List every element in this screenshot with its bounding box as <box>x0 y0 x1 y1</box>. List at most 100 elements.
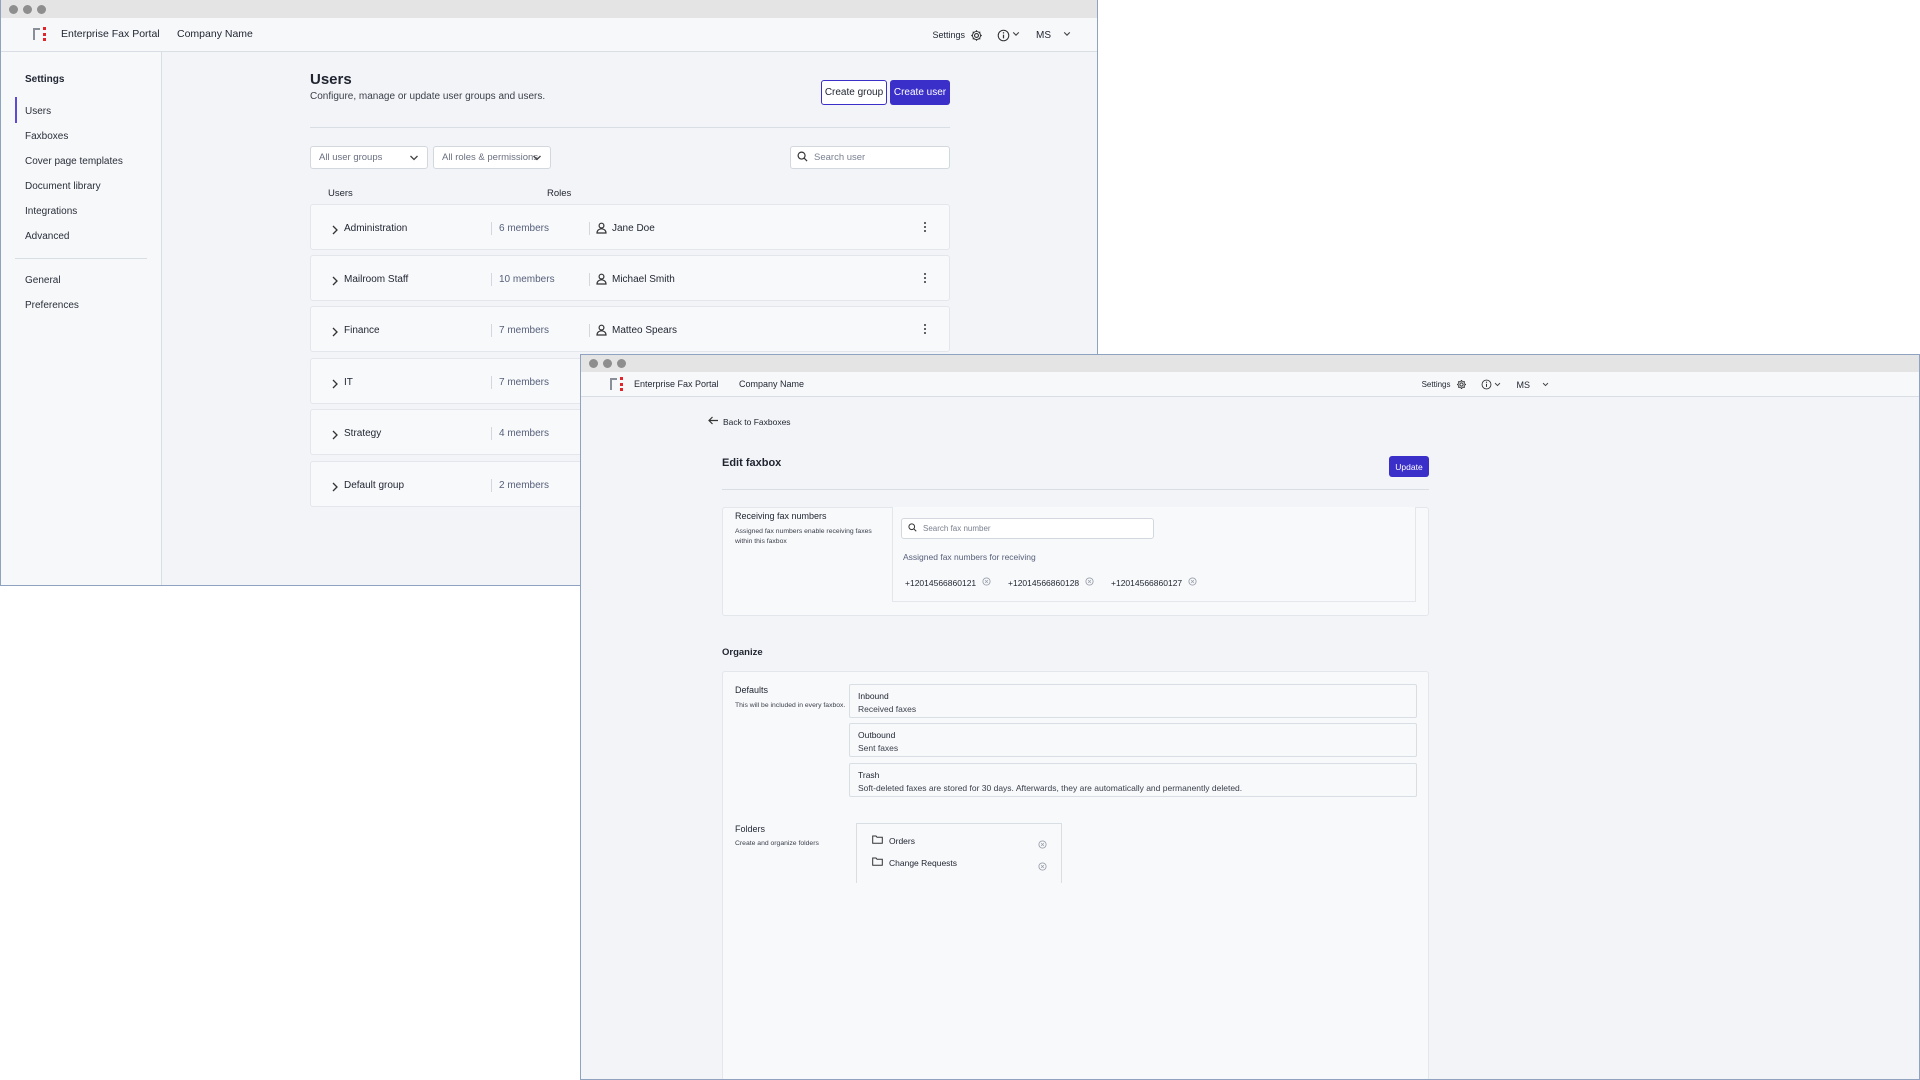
search-user-input[interactable]: Search user <box>790 146 950 169</box>
header-actions: Settings MS <box>932 18 1097 52</box>
sidebar-item-general[interactable]: General <box>25 275 61 286</box>
group-row-administration[interactable]: Administration 6 members Jane Doe <box>310 204 950 250</box>
window-minimize-dot[interactable] <box>603 359 612 368</box>
header-divider <box>310 127 950 128</box>
brand-logo-icon[interactable] <box>607 375 625 393</box>
folders-heading: Folders <box>735 824 766 834</box>
column-separator <box>589 273 590 286</box>
info-chevron-down-icon[interactable] <box>1012 30 1020 40</box>
gear-icon <box>970 29 983 42</box>
sidebar-item-cover-page-templates[interactable]: Cover page templates <box>25 156 123 167</box>
column-separator <box>491 324 492 337</box>
folder-row-orders[interactable]: Orders <box>872 835 915 846</box>
folder-icon <box>872 835 883 846</box>
sidebar-item-faxboxes[interactable]: Faxboxes <box>25 131 68 142</box>
window-maximize-dot[interactable] <box>617 359 626 368</box>
avatar-chevron-down-icon[interactable] <box>1063 30 1071 40</box>
info-icon[interactable] <box>997 29 1010 42</box>
window-close-dot[interactable] <box>589 359 598 368</box>
window-close-dot[interactable] <box>9 4 18 14</box>
chevron-down-icon <box>409 153 419 166</box>
app-name: Enterprise Fax Portal <box>634 379 719 389</box>
fax-number-chip: +12014566860121 <box>905 577 991 588</box>
page-subtitle: Configure, manage or update user groups … <box>310 91 546 102</box>
roles-filter[interactable]: All roles & permissions <box>433 146 551 169</box>
group-members: 6 members <box>499 223 550 234</box>
arrow-left-icon <box>708 416 719 427</box>
fax-number: +12014566860128 <box>1008 577 1080 588</box>
defaults-desc: This will be included in every faxbox. <box>735 702 846 709</box>
avatar[interactable]: MS <box>1036 30 1051 41</box>
user-groups-filter[interactable]: All user groups <box>310 146 428 169</box>
settings-label: Settings <box>1421 380 1451 389</box>
window-titlebar <box>581 355 1919 372</box>
create-user-button[interactable]: Create user <box>890 80 950 105</box>
sidebar-item-preferences[interactable]: Preferences <box>25 300 79 311</box>
chevron-right-icon[interactable] <box>331 324 339 342</box>
group-members: 2 members <box>499 480 550 491</box>
remove-circle-icon[interactable] <box>1038 858 1047 876</box>
avatar[interactable]: MS <box>1517 380 1531 390</box>
chevron-right-icon[interactable] <box>331 222 339 240</box>
avatar-chevron-down-icon[interactable] <box>1542 380 1549 390</box>
brand-logo-icon[interactable] <box>30 25 48 43</box>
remove-circle-icon[interactable] <box>982 577 991 588</box>
chevron-right-icon[interactable] <box>331 376 339 394</box>
company-name[interactable]: Company Name <box>739 379 804 389</box>
create-group-button[interactable]: Create group <box>821 80 887 105</box>
remove-circle-icon[interactable] <box>1085 577 1094 588</box>
column-separator <box>491 479 492 492</box>
more-options-icon[interactable] <box>923 220 927 238</box>
folder-subtitle: Sent faxes <box>858 743 899 753</box>
receiving-desc-line1: Assigned fax numbers enable receiving fa… <box>735 528 872 535</box>
info-chevron-down-icon[interactable] <box>1494 380 1501 390</box>
chevron-right-icon[interactable] <box>331 273 339 291</box>
remove-circle-icon[interactable] <box>1188 577 1197 588</box>
group-row-finance[interactable]: Finance 7 members Matteo Spears <box>310 306 950 352</box>
folder-name: Change Requests <box>889 857 958 868</box>
chevron-right-icon[interactable] <box>331 427 339 445</box>
group-members: 7 members <box>499 377 550 388</box>
group-row-mailroom-staff[interactable]: Mailroom Staff 10 members Michael Smith <box>310 255 950 301</box>
window-maximize-dot[interactable] <box>37 4 46 14</box>
sidebar-item-users[interactable]: Users <box>25 106 51 117</box>
settings-link[interactable]: Settings <box>1422 379 1467 390</box>
assigned-numbers-label: Assigned fax numbers for receiving <box>903 552 1036 562</box>
sidebar-divider <box>15 258 147 259</box>
folder-title: Trash <box>858 770 880 780</box>
roles-filter-value: All roles & permissions <box>442 152 539 163</box>
window-minimize-dot[interactable] <box>23 4 32 14</box>
sidebar-item-advanced[interactable]: Advanced <box>25 231 69 242</box>
back-to-faxboxes-link[interactable]: Back to Faxboxes <box>708 416 791 427</box>
column-separator <box>491 222 492 235</box>
chevron-right-icon[interactable] <box>331 479 339 497</box>
folders-list <box>856 823 1062 883</box>
search-icon <box>797 151 808 165</box>
company-name[interactable]: Company Name <box>177 28 253 40</box>
person-icon <box>596 323 607 341</box>
folder-title: Outbound <box>858 730 896 740</box>
folder-row-change-requests[interactable]: Change Requests <box>872 857 957 868</box>
fax-number-chip: +12014566860127 <box>1111 577 1197 588</box>
back-link-label: Back to Faxboxes <box>723 416 791 427</box>
group-owner: Jane Doe <box>612 223 655 234</box>
search-fax-number-input[interactable]: Search fax number <box>901 518 1154 539</box>
header-divider <box>722 489 1429 490</box>
window-titlebar <box>1 0 1097 18</box>
info-icon[interactable] <box>1481 379 1492 390</box>
remove-circle-icon[interactable] <box>1038 836 1047 854</box>
search-user-placeholder: Search user <box>814 152 866 163</box>
folder-name: Orders <box>889 835 915 846</box>
more-options-icon[interactable] <box>923 271 927 289</box>
settings-link[interactable]: Settings <box>932 29 983 42</box>
person-icon <box>596 272 607 290</box>
update-button[interactable]: Update <box>1389 456 1429 477</box>
sidebar-item-document-library[interactable]: Document library <box>25 181 101 192</box>
column-header-users: Users <box>328 188 353 199</box>
sidebar-item-integrations[interactable]: Integrations <box>25 206 77 217</box>
group-name: IT <box>344 377 353 388</box>
folders-desc: Create and organize folders <box>735 840 819 847</box>
column-separator <box>589 324 590 337</box>
app-header: Enterprise Fax Portal Company Name Setti… <box>1 18 1097 52</box>
more-options-icon[interactable] <box>923 322 927 340</box>
